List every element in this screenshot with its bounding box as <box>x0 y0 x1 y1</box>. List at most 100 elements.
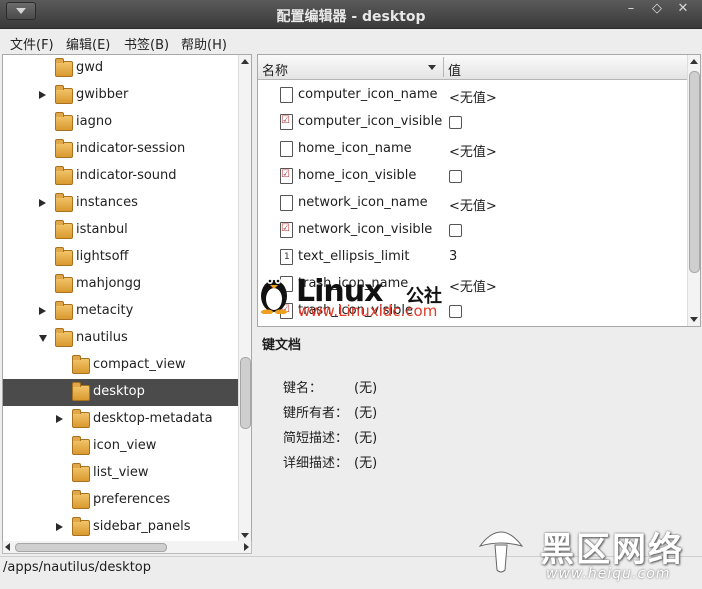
heiqu-watermark: 黑区网络 www.heiqu.com <box>470 522 700 584</box>
bool-key-icon <box>280 114 293 130</box>
tree-vertical-scrollbar[interactable] <box>238 55 251 542</box>
key-name: home_icon_visible <box>298 168 417 183</box>
tree-horizontal-scrollbar[interactable] <box>2 541 252 554</box>
keys-vertical-scrollbar[interactable] <box>687 55 700 326</box>
key-name: text_ellipsis_limit <box>298 249 410 264</box>
key-row[interactable]: home_icon_name <无值> <box>258 136 688 163</box>
tree-item[interactable]: icon_view <box>3 433 239 460</box>
tree-item[interactable]: desktop <box>3 379 239 406</box>
tree-item[interactable]: list_view <box>3 460 239 487</box>
sort-descending-icon <box>428 65 436 70</box>
folder-icon <box>72 490 90 509</box>
key-value[interactable]: <无值> <box>449 87 497 106</box>
int-key-icon <box>280 249 293 265</box>
tree-item-label: sidebar_panels <box>93 519 191 534</box>
key-row[interactable]: network_icon_visible <box>258 217 688 244</box>
key-row[interactable]: home_icon_visible <box>258 163 688 190</box>
key-row[interactable]: network_icon_name <无值> <box>258 190 688 217</box>
key-value-checkbox[interactable] <box>449 224 462 237</box>
scroll-down-icon[interactable] <box>241 533 249 538</box>
menu-file[interactable]: 文件(F) <box>10 34 54 53</box>
tree-item-label: desktop <box>93 384 145 399</box>
title-bar: 配置编辑器 - desktop – ◇ ✕ <box>0 0 702 29</box>
linuxidc-watermark: Linux 公社 www.Linuxidc.com <box>258 270 458 320</box>
folder-icon <box>72 463 90 482</box>
tree-item[interactable]: indicator-sound <box>3 163 239 190</box>
key-value-checkbox[interactable] <box>449 170 462 183</box>
tree-item-label: gwd <box>76 60 104 75</box>
folder-icon <box>72 409 90 428</box>
tree-item[interactable]: gwibber <box>3 82 239 109</box>
tree-item[interactable]: metacity <box>3 298 239 325</box>
key-value[interactable]: 3 <box>449 249 457 264</box>
scrollbar-thumb[interactable] <box>15 543 167 552</box>
key-name: computer_icon_visible <box>298 114 443 129</box>
minimize-button[interactable]: – <box>620 1 642 17</box>
tree-item[interactable]: mahjongg <box>3 271 239 298</box>
folder-icon <box>72 382 90 401</box>
folder-icon <box>55 301 73 320</box>
tree-item[interactable]: indicator-session <box>3 136 239 163</box>
scroll-up-icon[interactable] <box>690 59 698 64</box>
watermark-heiqu-url: www.heiqu.com <box>546 566 671 582</box>
maximize-button[interactable]: ◇ <box>646 1 668 17</box>
key-row[interactable]: computer_icon_name <无值> <box>258 82 688 109</box>
bool-key-icon <box>280 168 293 184</box>
key-owner-label: 键所有者： <box>283 406 349 421</box>
menu-edit[interactable]: 编辑(E) <box>66 34 110 53</box>
expander-closed-icon[interactable] <box>56 523 63 531</box>
expander-closed-icon[interactable] <box>39 199 46 207</box>
tree-item[interactable]: desktop-metadata <box>3 406 239 433</box>
menu-bar: 文件(F) 编辑(E) 书签(B) 帮助(H) <box>0 29 702 53</box>
tree-item-label: istanbul <box>76 222 128 237</box>
folder-icon <box>72 517 90 536</box>
status-path: /apps/nautilus/desktop <box>3 560 152 575</box>
key-name: network_icon_name <box>298 195 428 210</box>
expander-closed-icon[interactable] <box>39 91 46 99</box>
expander-closed-icon[interactable] <box>56 415 63 423</box>
folder-icon <box>55 274 73 293</box>
column-header: 名称 值 <box>258 55 688 80</box>
column-name-header[interactable]: 名称 <box>262 60 288 79</box>
expander-closed-icon[interactable] <box>39 307 46 315</box>
tree-item[interactable]: iagno <box>3 109 239 136</box>
tree-item-label: iagno <box>76 114 113 129</box>
close-button[interactable]: ✕ <box>672 1 694 17</box>
folder-icon <box>55 139 73 158</box>
column-separator[interactable] <box>443 57 444 77</box>
folder-icon <box>55 247 73 266</box>
menu-help[interactable]: 帮助(H) <box>181 34 227 53</box>
key-value[interactable]: <无值> <box>449 195 497 214</box>
tree-item[interactable]: gwd <box>3 55 239 82</box>
scroll-right-icon[interactable] <box>244 543 249 551</box>
directory-tree[interactable]: sidebar_panels preferences list_view icon_v… <box>2 54 252 543</box>
tree-item[interactable]: preferences <box>3 487 239 514</box>
menu-bookmarks[interactable]: 书签(B) <box>124 34 169 53</box>
watermark-linux-url: www.Linuxidc.com <box>298 302 438 320</box>
expander-open-icon[interactable] <box>39 335 47 342</box>
scroll-down-icon[interactable] <box>690 317 698 322</box>
string-key-icon <box>280 141 293 157</box>
scrollbar-thumb[interactable] <box>240 357 251 429</box>
tree-item[interactable]: instances <box>3 190 239 217</box>
key-row[interactable]: text_ellipsis_limit 3 <box>258 244 688 271</box>
column-value-header[interactable]: 值 <box>448 60 461 79</box>
tree-item-label: metacity <box>76 303 134 318</box>
tree-item[interactable]: lightsoff <box>3 244 239 271</box>
string-key-icon <box>280 195 293 211</box>
tree-item[interactable]: nautilus <box>3 325 239 352</box>
watermark-heiqu-name: 黑区网络 <box>540 530 684 570</box>
scroll-up-icon[interactable] <box>241 59 249 64</box>
tree-item[interactable]: compact_view <box>3 352 239 379</box>
tree-item[interactable]: sidebar_panels <box>3 514 239 541</box>
tree-item-label: gwibber <box>76 87 129 102</box>
key-owner-value: (无) <box>354 406 378 421</box>
tree-item[interactable]: istanbul <box>3 217 239 244</box>
scroll-left-icon[interactable] <box>5 543 10 551</box>
key-value[interactable]: <无值> <box>449 141 497 160</box>
key-value-checkbox[interactable] <box>449 116 462 129</box>
key-row[interactable]: computer_icon_visible <box>258 109 688 136</box>
folder-icon <box>55 328 73 347</box>
bool-key-icon <box>280 222 293 238</box>
scrollbar-thumb[interactable] <box>689 71 700 273</box>
